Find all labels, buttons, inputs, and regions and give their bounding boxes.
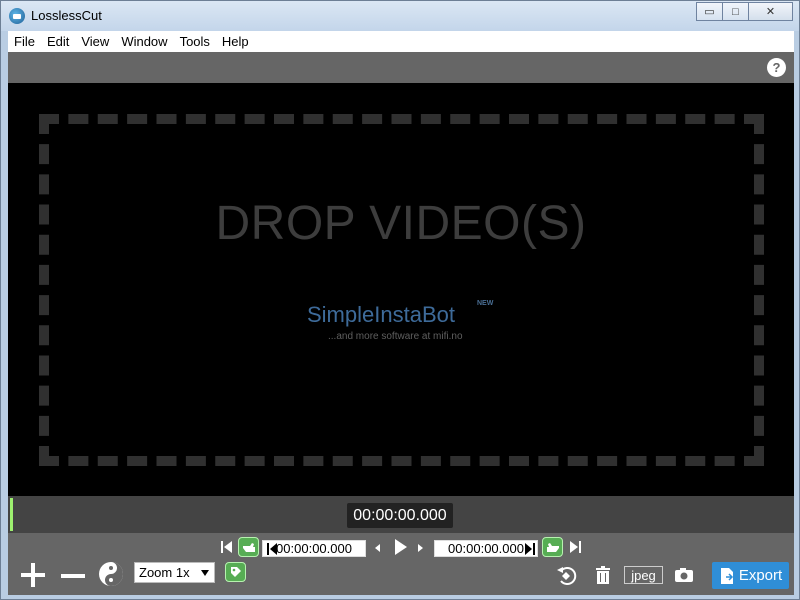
zoom-select[interactable]: Zoom 1x <box>134 562 215 583</box>
format-select[interactable]: jpeg <box>624 566 663 584</box>
plus-icon[interactable] <box>18 560 48 590</box>
video-drop-area[interactable]: DROP VIDEO(S) SimpleInstaBot NEW ...and … <box>8 83 794 496</box>
window-title: LosslessCut <box>31 8 102 23</box>
menu-file[interactable]: File <box>8 34 41 49</box>
help-icon[interactable]: ? <box>767 58 786 77</box>
camera-icon[interactable] <box>674 567 694 583</box>
menu-view[interactable]: View <box>75 34 115 49</box>
menu-window[interactable]: Window <box>115 34 173 49</box>
minimize-button[interactable]: ▭ <box>696 2 723 21</box>
bottom-controls: 00:00:00.000 00:00:00.000 Zoom 1x jpeg E… <box>8 533 794 595</box>
tag-icon[interactable] <box>225 562 246 582</box>
timeline[interactable]: 00:00:00.000 <box>8 496 794 533</box>
skip-start-icon[interactable] <box>220 539 234 555</box>
drop-video-text: DROP VIDEO(S) <box>215 197 587 250</box>
set-start-icon[interactable] <box>238 537 259 557</box>
timeline-playhead[interactable] <box>10 498 13 531</box>
end-marker-icon <box>523 541 537 557</box>
rotate-icon[interactable] <box>554 564 578 588</box>
menu-help[interactable]: Help <box>216 34 255 49</box>
skip-end-icon[interactable] <box>568 539 582 555</box>
export-icon <box>720 567 733 584</box>
chevron-down-icon <box>201 570 209 576</box>
previous-frame-icon[interactable] <box>372 540 384 556</box>
play-icon[interactable] <box>391 537 409 557</box>
minus-icon[interactable] <box>59 564 87 588</box>
set-end-icon[interactable] <box>542 537 563 557</box>
trash-icon[interactable] <box>595 566 611 586</box>
brand-subline[interactable]: ...and more software at mifi.no <box>328 331 463 342</box>
export-button[interactable]: Export <box>712 562 789 589</box>
zoom-label: Zoom 1x <box>139 565 190 580</box>
close-button[interactable]: ✕ <box>748 2 793 21</box>
next-frame-icon[interactable] <box>414 540 426 556</box>
window-controls: ▭ □ ✕ <box>696 2 793 21</box>
menu-tools[interactable]: Tools <box>174 34 216 49</box>
menu-bar: File Edit View Window Tools Help <box>8 31 794 52</box>
title-bar[interactable]: LosslessCut ▭ □ ✕ <box>1 1 799 31</box>
export-label: Export <box>738 567 783 584</box>
new-badge: NEW <box>477 300 494 307</box>
brand-name[interactable]: SimpleInstaBot <box>307 302 455 328</box>
drop-zone-border <box>39 114 764 466</box>
menu-edit[interactable]: Edit <box>41 34 75 49</box>
app-icon <box>9 8 25 24</box>
app-window: LosslessCut ▭ □ ✕ File Edit View Window … <box>0 0 800 600</box>
start-marker-icon <box>265 541 279 557</box>
maximize-button[interactable]: □ <box>722 2 749 21</box>
current-time-display: 00:00:00.000 <box>347 503 453 528</box>
yin-yang-icon[interactable] <box>98 561 124 587</box>
top-toolbar: ? <box>8 52 794 83</box>
